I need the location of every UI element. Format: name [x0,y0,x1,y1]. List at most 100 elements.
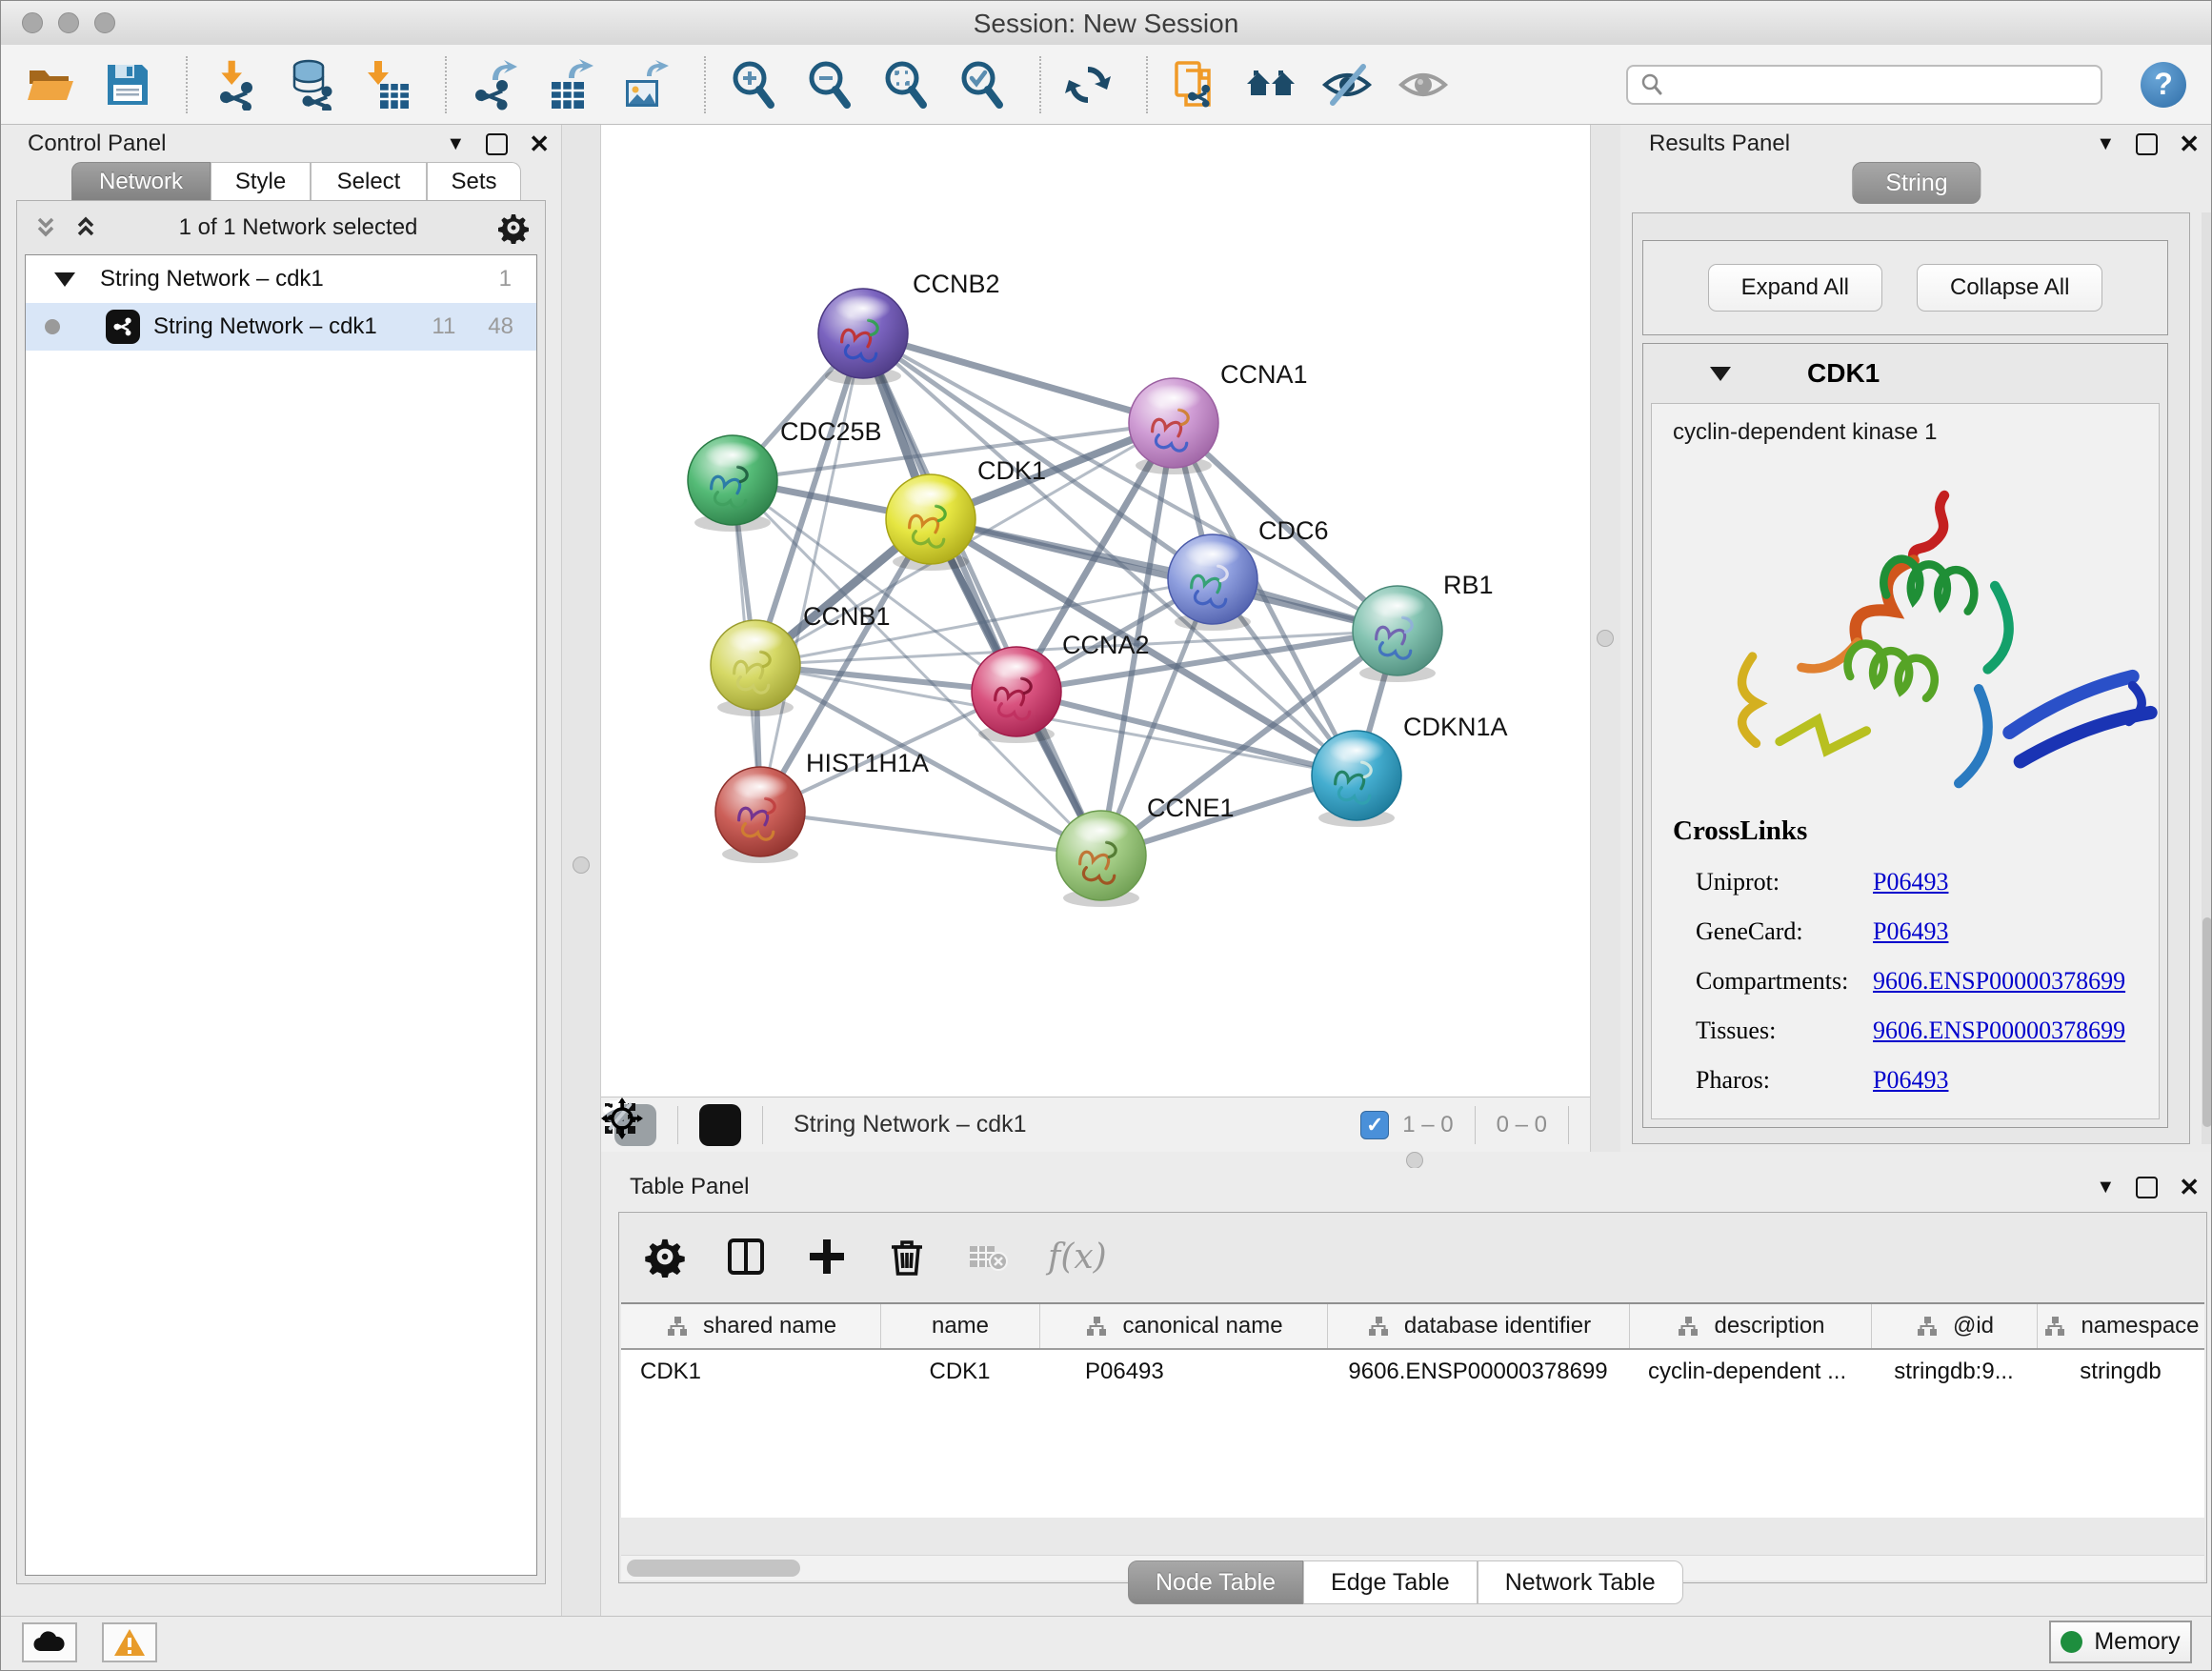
apply-layout-button[interactable] [1062,59,1114,111]
cell-description[interactable]: cyclin-dependent ... [1629,1350,1871,1394]
network-node-rb1[interactable]: RB1 [1353,571,1494,682]
export-network-button[interactable] [468,59,519,111]
network-collection-row[interactable]: String Network – cdk1 1 [26,255,536,303]
cell-canonical-name[interactable]: P06493 [1039,1350,1327,1394]
zoom-fit-icon [879,59,931,111]
cell-database-identifier[interactable]: 9606.ENSP00000378699 [1327,1350,1629,1394]
results-scrollbar-thumb[interactable] [2202,917,2212,1127]
add-column-icon[interactable] [806,1236,848,1278]
tab-select[interactable]: Select [311,162,427,200]
collapse-all-button[interactable]: Collapse All [1917,264,2102,312]
column-header-database-identifier[interactable]: database identifier [1327,1304,1629,1348]
expand-all-button[interactable]: Expand All [1708,264,1882,312]
results-panel-float-icon[interactable]: ▼ [2096,134,2115,153]
control-panel-float-icon[interactable]: ▼ [446,134,465,153]
uniprot-link[interactable]: P06493 [1873,868,1948,896]
network-node-cdc6[interactable]: CDC6 [1168,516,1329,631]
tab-node-table[interactable]: Node Table [1128,1560,1303,1604]
control-panel-maximize-icon[interactable] [486,133,508,155]
column-header-description[interactable]: description [1629,1304,1871,1348]
search-box[interactable] [1626,65,2102,105]
show-columns-icon[interactable] [724,1235,768,1278]
delete-column-icon[interactable] [886,1236,928,1278]
selected-nodes-checkbox[interactable]: ✓ [1360,1111,1389,1139]
network-graph[interactable]: CCNB2CCNA1CDC25BCDK1CDC6RB1CCNB1CCNA2CDK… [601,125,1590,1097]
table-panel-close-icon[interactable]: ✕ [2179,1175,2200,1199]
column-header-shared-name[interactable]: shared name [621,1304,880,1348]
column-header-name[interactable]: name [880,1304,1039,1348]
network-node-ccna1[interactable]: CCNA1 [1129,360,1308,474]
results-scrollbar[interactable] [2202,212,2212,1144]
table-row[interactable]: CDK1 CDK1 P06493 9606.ENSP00000378699 cy… [621,1350,2204,1394]
gear-icon[interactable] [497,211,530,244]
cell-namespace[interactable]: stringdb [2037,1350,2204,1394]
zoom-fit-button[interactable] [879,59,931,111]
zoom-selected-button[interactable] [955,59,1007,111]
crosshair-move-icon[interactable] [601,1097,643,1139]
memory-button[interactable]: Memory [2049,1621,2192,1663]
left-splitter-handle[interactable] [573,856,590,874]
column-header-id[interactable]: @id [1871,1304,2037,1348]
current-network-bullet [45,319,60,334]
import-table-button[interactable] [361,59,412,111]
network-row[interactable]: String Network – cdk1 11 48 [26,303,536,351]
collapse-all-icon[interactable] [72,214,99,241]
left-splitter[interactable] [561,125,601,1616]
tissues-link[interactable]: 9606.ENSP00000378699 [1873,1017,2125,1045]
genecard-link[interactable]: P06493 [1873,917,1948,946]
column-header-namespace[interactable]: namespace [2037,1304,2204,1348]
table-gear-icon[interactable] [644,1236,686,1278]
table-panel-float-icon[interactable]: ▼ [2096,1178,2115,1197]
import-network-database-button[interactable] [285,59,336,111]
tab-sets[interactable]: Sets [427,162,521,200]
zoom-in-button[interactable] [727,59,778,111]
tab-style[interactable]: Style [211,162,311,200]
show-all-button[interactable] [1398,59,1449,111]
control-panel-close-icon[interactable]: ✕ [529,131,550,156]
crosslink-label: GeneCard: [1673,917,1873,946]
table-scrollbar-thumb[interactable] [627,1560,800,1577]
network-edge[interactable] [760,333,863,812]
bottom-splitter[interactable] [601,1152,2212,1168]
warning-status-button[interactable] [102,1622,157,1662]
save-session-button[interactable] [102,59,153,111]
zoom-out-button[interactable] [803,59,855,111]
node-table-header: shared name name canonical name database… [621,1304,2204,1350]
cell-id[interactable]: stringdb:9... [1871,1350,2037,1394]
function-builder-button[interactable]: f(x) [1048,1238,1107,1277]
search-input[interactable] [1664,70,2089,99]
copy-network-button[interactable] [1169,59,1220,111]
bottom-splitter-handle[interactable] [1406,1152,1423,1169]
import-network-file-button[interactable] [209,59,260,111]
cell-name[interactable]: CDK1 [880,1350,1039,1394]
network-edge[interactable] [863,333,1174,423]
hide-selected-button[interactable] [1321,59,1373,111]
network-node-hist1h1a[interactable]: HIST1H1A [715,749,929,863]
home-button[interactable] [1245,59,1297,111]
expand-all-icon[interactable] [32,214,59,241]
cell-shared-name[interactable]: CDK1 [621,1350,880,1394]
compartments-link[interactable]: 9606.ENSP00000378699 [1873,967,2125,996]
help-button[interactable]: ? [2141,62,2186,108]
tab-network[interactable]: Network [71,162,211,200]
export-image-button[interactable] [620,59,672,111]
right-splitter-handle[interactable] [1597,630,1614,647]
tab-edge-table[interactable]: Edge Table [1303,1560,1478,1604]
table-panel-maximize-icon[interactable] [2136,1177,2158,1198]
gene-section-header[interactable]: CDK1 [1643,344,2167,403]
network-canvas[interactable]: CCNB2CCNA1CDC25BCDK1CDC6RB1CCNB1CCNA2CDK… [601,125,1590,1152]
network-node-cdkn1a[interactable]: CDKN1A [1312,713,1508,827]
open-in-browser-icon[interactable] [699,1104,741,1146]
pharos-link[interactable]: P06493 [1873,1066,1948,1095]
network-edge[interactable] [760,812,1101,856]
cloud-status-button[interactable] [22,1622,77,1662]
tab-string[interactable]: String [1852,162,1981,204]
collection-expand-triangle[interactable] [54,272,75,287]
export-table-button[interactable] [544,59,595,111]
gene-expand-triangle[interactable] [1710,367,1731,381]
open-session-button[interactable] [26,59,77,111]
results-panel-close-icon[interactable]: ✕ [2179,131,2200,156]
column-header-canonical-name[interactable]: canonical name [1039,1304,1327,1348]
results-panel-maximize-icon[interactable] [2136,133,2158,155]
tab-network-table[interactable]: Network Table [1478,1560,1683,1604]
